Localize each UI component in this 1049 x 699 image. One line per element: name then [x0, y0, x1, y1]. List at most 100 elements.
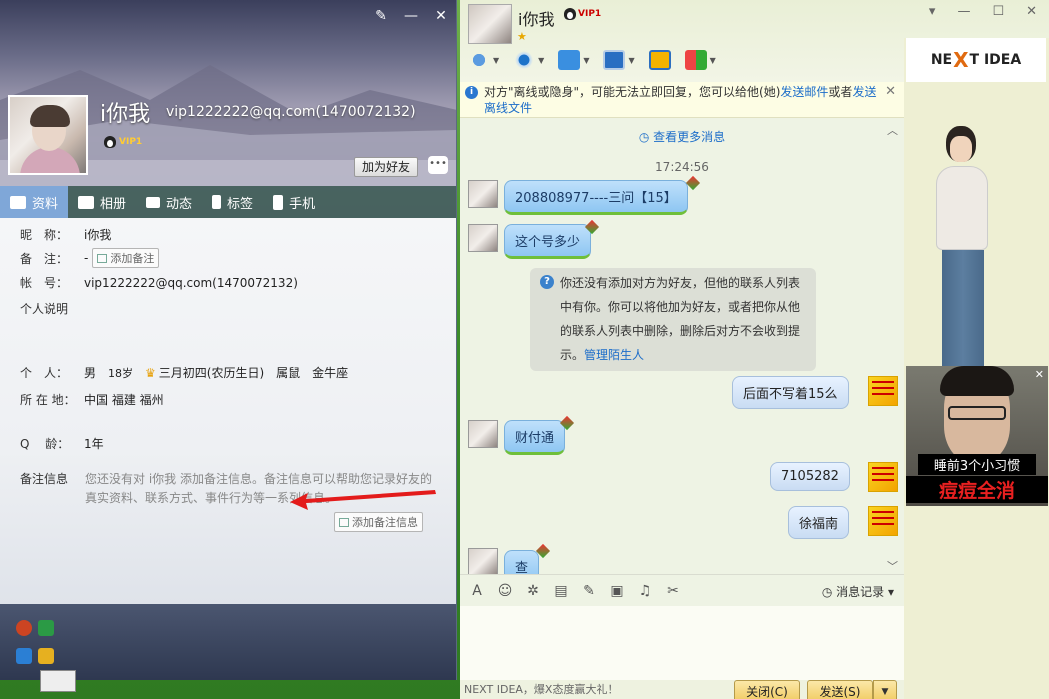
- message-bubble: 这个号多少: [504, 224, 592, 259]
- profile-email: vip1222222@qq.com(1470072132): [166, 104, 416, 120]
- screenshot-scissors-icon[interactable]: ✂: [664, 583, 682, 599]
- feed-list-icon: [146, 196, 161, 208]
- view-more-messages-link[interactable]: ◷ 查看更多消息: [460, 128, 904, 145]
- close-icon[interactable]: ✕: [433, 8, 449, 24]
- add-note-info-button[interactable]: 添加备注信息: [334, 512, 423, 532]
- green-diamond-icon[interactable]: [38, 620, 54, 636]
- question-icon: ?: [540, 275, 554, 289]
- chat-avatar[interactable]: [468, 4, 512, 44]
- next-idea-logo[interactable]: NE X T IDEA: [906, 38, 1046, 82]
- close-ad-icon[interactable]: ✕: [1035, 368, 1044, 381]
- red-arrow-annotation: [290, 490, 436, 510]
- remote-desktop-button[interactable]: ▼: [603, 50, 635, 70]
- qq-show-avatar-figure[interactable]: [932, 126, 992, 388]
- nudge-icon[interactable]: ✲: [524, 583, 542, 599]
- mobile-phone-icon: [273, 194, 284, 210]
- profile-footer: [0, 604, 456, 680]
- profile-avatar[interactable]: [8, 95, 88, 175]
- folder-icon: [558, 50, 581, 70]
- account-row: 帐 号： vip1222222@qq.com(1470072132): [20, 275, 298, 291]
- tab-info[interactable]: 资料: [0, 186, 69, 218]
- q-age-row: Q 龄： 1年: [20, 437, 104, 451]
- profile-window: ✎ — ✕ i你我 vip1222222@qq.com(1470072132) …: [0, 0, 457, 680]
- profile-window-controls: ✎ — ✕: [373, 8, 449, 24]
- scroll-up-icon[interactable]: ︿: [887, 122, 898, 138]
- message-bubble: 徐福南: [788, 506, 850, 539]
- apps-grid-icon: [684, 50, 707, 70]
- emoji-icon[interactable]: ☺: [496, 583, 514, 599]
- profile-tabs: 资料 相册 动态 标签 手机: [0, 186, 456, 218]
- send-options-dropdown[interactable]: ▼: [873, 680, 897, 699]
- image-icon[interactable]: ▣: [608, 583, 626, 599]
- message-avatar[interactable]: [468, 420, 498, 448]
- minimize-icon[interactable]: —: [957, 4, 970, 19]
- nickname-value: i你我: [84, 228, 112, 242]
- bubble-decoration-icon: [685, 175, 701, 191]
- font-icon[interactable]: A: [468, 583, 486, 599]
- maximize-icon[interactable]: ☐: [992, 4, 1004, 19]
- screen-share-button[interactable]: [648, 50, 671, 70]
- photo-album-icon: [78, 195, 95, 209]
- sender-avatar-sticker[interactable]: [868, 462, 898, 492]
- tab-album[interactable]: 相册: [68, 186, 136, 218]
- music-icon[interactable]: ♫: [636, 583, 654, 599]
- tab-mobile[interactable]: 手机: [263, 186, 325, 218]
- message-history: ◷ 查看更多消息 ︿ 17:24:56 208808977----三问【15】 …: [460, 118, 904, 574]
- chat-vip-badge[interactable]: VIP1: [564, 8, 601, 20]
- qq-penguin-icon: [564, 8, 576, 20]
- message-timestamp: 17:24:56: [655, 160, 709, 174]
- profile-info-panel: 昵 称： i你我 备 注： - 添加备注 帐 号： vip1222222@qq.…: [0, 218, 456, 604]
- tab-feed[interactable]: 动态: [136, 186, 202, 218]
- tab-tags[interactable]: 标签: [202, 186, 263, 218]
- note-icon: [339, 517, 349, 527]
- dropdown-arrow-icon[interactable]: ▾: [929, 4, 936, 19]
- video-clip-icon[interactable]: ▤: [552, 583, 570, 599]
- vip-badge[interactable]: VIP1: [104, 136, 142, 148]
- message-bubble: 208808977----三问【15】: [504, 180, 688, 215]
- skincare-ad-banner[interactable]: 睡前3个小习惯 痘痘全消 ✕: [906, 366, 1048, 506]
- message-history-button[interactable]: ◷ 消息记录 ▾: [822, 583, 894, 600]
- close-icon[interactable]: ✕: [1026, 4, 1037, 19]
- system-stranger-message: ? 你还没有添加对方为好友，但他的联系人列表中有你。你可以将他加为好友，或者把你…: [530, 268, 816, 371]
- note-info-row: 备注信息: [20, 472, 69, 486]
- clock-icon: ◷: [638, 130, 654, 144]
- message-avatar[interactable]: [468, 548, 498, 574]
- crown-icon: ♛: [145, 365, 156, 380]
- star-icon: ★: [517, 30, 527, 43]
- voice-call-button[interactable]: ▼: [468, 50, 499, 70]
- send-button[interactable]: 发送(S): [807, 680, 873, 699]
- location-row: 所 在 地： 中国 福建 福州: [20, 393, 164, 407]
- add-friend-button[interactable]: 加为好友: [354, 157, 418, 177]
- camera-icon[interactable]: [16, 648, 32, 664]
- message-avatar[interactable]: [468, 180, 498, 208]
- apps-button[interactable]: ▼: [684, 50, 716, 70]
- offline-notice: i 对方"离线或隐身"，可能无法立即回复，您可以给他(她)发送邮件或者发送离线文…: [460, 82, 904, 118]
- message-input[interactable]: [460, 606, 904, 680]
- close-button[interactable]: 关闭(C): [734, 680, 800, 699]
- message-bubble: 查: [504, 550, 540, 574]
- qq-show-icon[interactable]: [16, 620, 32, 636]
- close-notice-icon[interactable]: ✕: [885, 84, 896, 100]
- video-call-button[interactable]: ▼: [513, 50, 544, 70]
- qq-penguin-icon: [104, 136, 116, 148]
- message-avatar[interactable]: [468, 224, 498, 252]
- clock-icon: ◷: [821, 585, 837, 599]
- minimize-icon[interactable]: —: [403, 8, 419, 24]
- add-remark-button[interactable]: 添加备注: [92, 248, 160, 268]
- chat-window-controls: ▾ — ☐ ✕: [929, 4, 1037, 19]
- desktop-file-icon[interactable]: [40, 670, 76, 692]
- screen-share-icon: [648, 50, 671, 70]
- edit-note-icon[interactable]: ✎: [580, 583, 598, 599]
- input-toolbar: A ☺ ✲ ▤ ✎ ▣ ♫ ✂ ◷ 消息记录 ▾: [460, 574, 904, 606]
- send-email-link[interactable]: 发送邮件: [780, 85, 828, 99]
- manage-strangers-link[interactable]: 管理陌生人: [584, 348, 644, 362]
- sender-avatar-sticker[interactable]: [868, 506, 898, 536]
- scroll-down-icon[interactable]: ﹀: [887, 558, 898, 574]
- sender-avatar-sticker[interactable]: [868, 376, 898, 406]
- send-file-button[interactable]: ▼: [558, 50, 589, 70]
- skin-brush-icon[interactable]: ✎: [373, 8, 389, 24]
- chat-bubble-icon[interactable]: •••: [428, 156, 448, 174]
- shield-icon[interactable]: [38, 648, 54, 664]
- bookmark-icon: [212, 195, 222, 209]
- chat-toolbar: ▼ ▼ ▼ ▼ ▼: [468, 50, 716, 70]
